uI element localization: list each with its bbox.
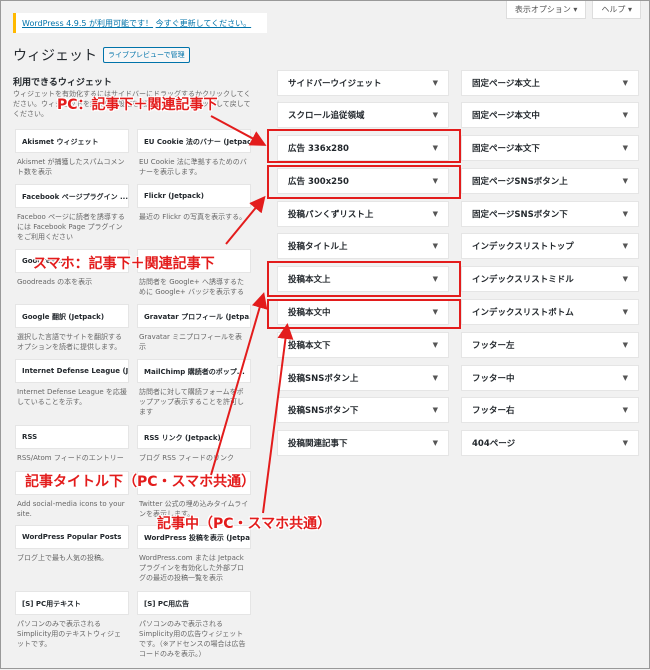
arrow-pc xyxy=(210,115,267,146)
arrow-sp xyxy=(225,195,266,245)
annotation-pc: PC：記事下＋関連記事下 xyxy=(57,97,218,113)
annotation-title-below: 記事タイトル下（PC・スマホ共通） xyxy=(25,474,256,490)
annotation-sp: スマホ：記事下＋関連記事下 xyxy=(33,256,215,272)
annotation-mid: 記事中（PC・スマホ共通） xyxy=(157,516,332,532)
arrow-mid xyxy=(262,323,294,514)
arrow-title xyxy=(210,292,268,476)
